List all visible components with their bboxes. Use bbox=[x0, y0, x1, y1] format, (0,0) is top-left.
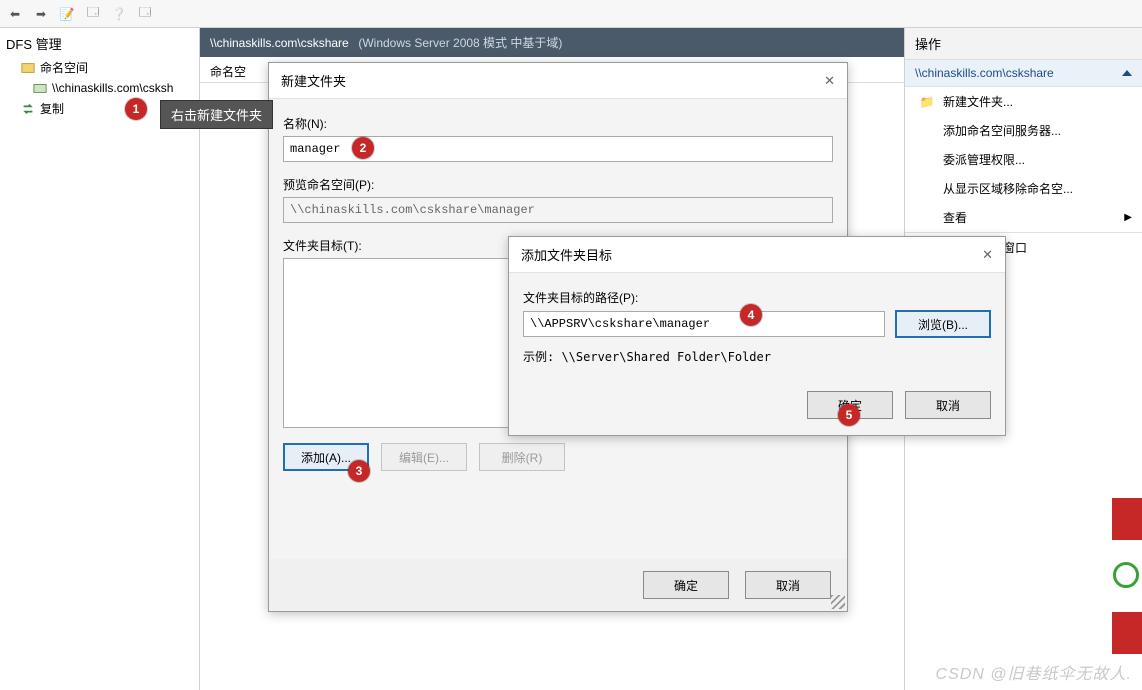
example-text: 示例: \\Server\Shared Folder\Folder bbox=[523, 348, 991, 365]
marker-2: 2 bbox=[352, 137, 374, 159]
center-title-sub: (Windows Server 2008 模式 中基于域) bbox=[358, 36, 562, 50]
namespace-icon bbox=[20, 60, 36, 76]
chevron-right-icon: ▶ bbox=[1124, 212, 1132, 223]
action-label: 新建文件夹... bbox=[943, 93, 1013, 110]
share-icon bbox=[32, 80, 48, 96]
note-icon[interactable]: 📝 bbox=[58, 5, 76, 23]
marker-5: 5 bbox=[838, 404, 860, 426]
path-label: 文件夹目标的路径(P): bbox=[523, 289, 991, 306]
actions-header[interactable]: \\chinaskills.com\cskshare bbox=[905, 60, 1142, 87]
watermark: CSDN @旧巷纸伞无故人. bbox=[936, 660, 1132, 684]
preview-input bbox=[283, 197, 833, 223]
back-icon[interactable]: ⬅ bbox=[6, 5, 24, 23]
dlg2-title: 添加文件夹目标 bbox=[521, 245, 612, 264]
close-icon[interactable]: ✕ bbox=[824, 73, 835, 89]
edit-button: 编辑(E)... bbox=[381, 443, 467, 471]
preview-label: 预览命名空间(P): bbox=[283, 176, 833, 193]
action-add-ns-server[interactable]: 添加命名空间服务器... bbox=[905, 116, 1142, 145]
dlg2-titlebar: 添加文件夹目标 ✕ bbox=[509, 237, 1005, 273]
action-delegate[interactable]: 委派管理权限... bbox=[905, 145, 1142, 174]
action-remove-ns[interactable]: 从显示区域移除命名空... bbox=[905, 174, 1142, 203]
dlg1-titlebar: 新建文件夹 ✕ bbox=[269, 63, 847, 99]
tree-namespace-label: 命名空间 bbox=[40, 59, 88, 76]
resize-grip[interactable] bbox=[831, 595, 845, 609]
tree-title: DFS 管理 bbox=[4, 34, 195, 53]
center-title-path: \\chinaskills.com\cskshare bbox=[210, 36, 349, 50]
app-toolbar: ⬅ ➡ 📝 🗔 ❔ 🗔 bbox=[0, 0, 1142, 28]
actions-header-path: \\chinaskills.com\cskshare bbox=[915, 66, 1054, 80]
action-label: 查看 bbox=[943, 209, 967, 226]
context-tooltip: 右击新建文件夹 bbox=[160, 100, 273, 129]
action-label: 委派管理权限... bbox=[943, 151, 1025, 168]
browse-button[interactable]: 浏览(B)... bbox=[895, 310, 991, 338]
action-label: 从显示区域移除命名空... bbox=[943, 180, 1073, 197]
dlg1-footer: 确定 取消 bbox=[269, 559, 847, 611]
blank-icon bbox=[919, 123, 935, 139]
blank-icon bbox=[919, 181, 935, 197]
side-widget-2 bbox=[1113, 562, 1139, 588]
collapse-icon[interactable] bbox=[1122, 70, 1132, 76]
marker-3: 3 bbox=[348, 460, 370, 482]
dlg2-body: 文件夹目标的路径(P): 浏览(B)... 示例: \\Server\Share… bbox=[509, 273, 1005, 433]
view1-icon[interactable]: 🗔 bbox=[84, 5, 102, 23]
replication-icon bbox=[20, 101, 36, 117]
delete-button: 删除(R) bbox=[479, 443, 565, 471]
close-icon[interactable]: ✕ bbox=[982, 247, 993, 263]
add-target-dialog: 添加文件夹目标 ✕ 文件夹目标的路径(P): 浏览(B)... 示例: \\Se… bbox=[508, 236, 1006, 436]
name-label: 名称(N): bbox=[283, 115, 833, 132]
marker-4: 4 bbox=[740, 304, 762, 326]
dlg1-title: 新建文件夹 bbox=[281, 71, 346, 90]
help-icon[interactable]: ❔ bbox=[110, 5, 128, 23]
action-label: 添加命名空间服务器... bbox=[943, 122, 1061, 139]
actions-title: 操作 bbox=[905, 28, 1142, 60]
tree-path-text: \\chinaskills.com\csksh bbox=[52, 81, 173, 95]
side-widget-3 bbox=[1112, 612, 1142, 654]
action-new-folder[interactable]: 📁 新建文件夹... bbox=[905, 87, 1142, 116]
cancel-button[interactable]: 取消 bbox=[745, 571, 831, 599]
tab-namespace[interactable]: 命名空 bbox=[210, 65, 246, 79]
action-view[interactable]: 查看 ▶ bbox=[905, 203, 1142, 232]
path-input[interactable] bbox=[523, 311, 885, 337]
center-title-bar: \\chinaskills.com\cskshare (Windows Serv… bbox=[200, 28, 904, 57]
forward-icon[interactable]: ➡ bbox=[32, 5, 50, 23]
view2-icon[interactable]: 🗔 bbox=[136, 5, 154, 23]
tree-namespace-root[interactable]: 命名空间 bbox=[4, 57, 195, 78]
tree-namespace-path[interactable]: \\chinaskills.com\csksh bbox=[4, 78, 195, 98]
tree-replication-label: 复制 bbox=[40, 100, 64, 117]
dlg2-buttons: 确定 取消 bbox=[523, 391, 991, 419]
marker-1: 1 bbox=[125, 98, 147, 120]
ok-button[interactable]: 确定 bbox=[643, 571, 729, 599]
cancel-button[interactable]: 取消 bbox=[905, 391, 991, 419]
side-widget-1 bbox=[1112, 498, 1142, 540]
blank-icon bbox=[919, 152, 935, 168]
blank-icon bbox=[919, 210, 935, 226]
new-folder-icon: 📁 bbox=[919, 94, 935, 110]
